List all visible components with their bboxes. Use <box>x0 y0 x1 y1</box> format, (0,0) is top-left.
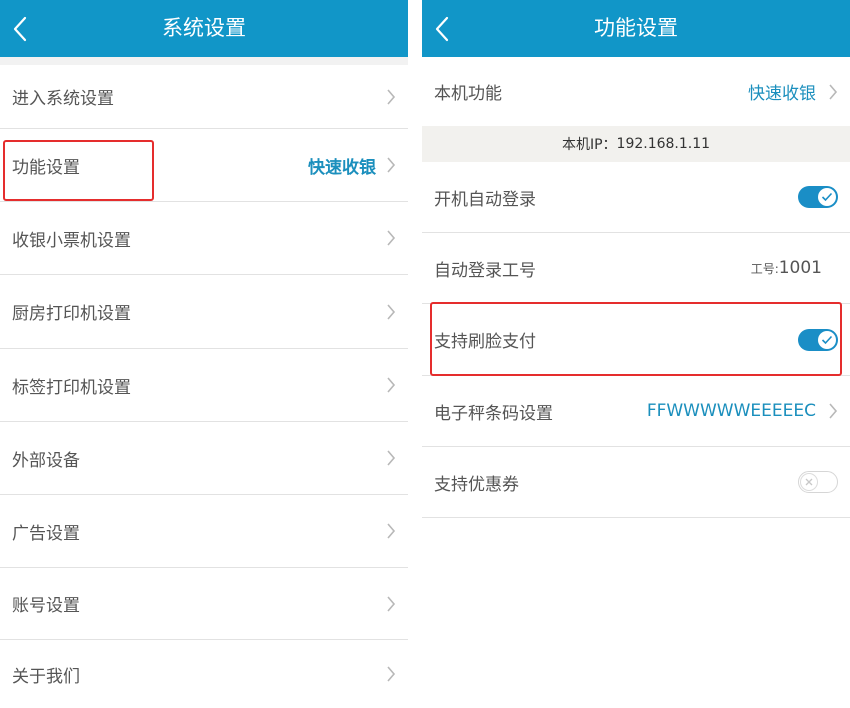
menu-item-receipt-printer[interactable]: 收银小票机设置 <box>0 202 408 274</box>
header-bar: 系统设置 <box>0 0 408 57</box>
local-function-label: 本机功能 <box>434 84 502 104</box>
chevron-right-icon <box>387 88 396 105</box>
menu-item-about-us[interactable]: 关于我们 <box>0 640 408 708</box>
menu-item-label: 厨房打印机设置 <box>12 304 131 324</box>
auto-login-id-value: 工号: 1001 <box>751 233 822 303</box>
chevron-right-icon <box>387 230 396 246</box>
chevron-right-icon <box>829 83 838 100</box>
coupon-label: 支持优惠券 <box>434 474 519 495</box>
chevron-right-icon <box>387 303 396 320</box>
chevron-right-icon <box>387 377 396 393</box>
face-pay-toggle[interactable] <box>798 328 838 351</box>
page-title: 功能设置 <box>594 16 678 40</box>
chevron-right-icon <box>387 157 396 173</box>
menu-item-ad-settings[interactable]: 广告设置 <box>0 495 408 567</box>
toggle-check-icon <box>821 335 833 344</box>
auto-login-row: 开机自动登录 <box>422 162 850 232</box>
coupon-toggle[interactable] <box>798 471 838 493</box>
local-function-row[interactable]: 本机功能 快速收银 <box>422 57 850 126</box>
menu-item-account-settings[interactable]: 账号设置 <box>0 568 408 639</box>
menu-item-label: 广告设置 <box>12 523 80 544</box>
auto-login-id-label: 自动登录工号 <box>434 260 536 281</box>
menu-item-function-settings[interactable]: 功能设置 快速收银 <box>0 129 408 201</box>
toggle-x-icon <box>805 478 813 485</box>
current-mode-value: 快速收银 <box>308 157 376 178</box>
local-function-value: 快速收银 <box>748 84 816 104</box>
page-title: 系统设置 <box>162 16 246 40</box>
menu-item-label: 关于我们 <box>12 666 80 687</box>
chevron-right-icon <box>387 595 396 612</box>
ip-value: 192.168.1.11 <box>616 136 711 152</box>
face-pay-row: 支持刷脸支付 <box>422 304 850 375</box>
menu-item-label: 进入系统设置 <box>12 89 114 109</box>
toggle-knob <box>818 188 836 206</box>
auto-login-id-row[interactable]: 自动登录工号 工号: 1001 <box>422 233 850 303</box>
toggle-knob <box>800 472 818 491</box>
menu-item-label: 收银小票机设置 <box>12 230 131 251</box>
chevron-right-icon <box>387 523 396 539</box>
toggle-knob <box>818 330 836 349</box>
menu-item-kitchen-printer[interactable]: 厨房打印机设置 <box>0 275 408 348</box>
menu-item-label-printer[interactable]: 标签打印机设置 <box>0 349 408 421</box>
employee-id-prefix: 工号: <box>750 261 779 276</box>
chevron-right-icon <box>387 666 396 682</box>
menu-item-label: 账号设置 <box>12 596 80 616</box>
chevron-right-icon <box>387 450 396 466</box>
auto-login-toggle[interactable] <box>798 186 838 208</box>
coupon-row: 支持优惠券 <box>422 447 850 517</box>
ip-address-bar: 本机IP： 192.168.1.11 <box>422 126 850 162</box>
header-spacer <box>0 57 408 65</box>
system-settings-screen: 系统设置 进入系统设置 功能设置 快速收银 收银小票机设置 厨房打印机设置 标签… <box>0 0 408 708</box>
scale-barcode-row[interactable]: 电子秤条码设置 FFWWWWWEEEEEC <box>422 376 850 446</box>
scale-barcode-label: 电子秤条码设置 <box>434 403 553 424</box>
header-bar: 功能设置 <box>422 0 850 57</box>
menu-item-label: 功能设置 <box>12 157 80 178</box>
menu-item-label: 标签打印机设置 <box>12 377 131 398</box>
function-settings-screen: 功能设置 本机功能 快速收银 本机IP： 192.168.1.11 开机自动登录… <box>422 0 850 708</box>
face-pay-label: 支持刷脸支付 <box>434 332 536 352</box>
toggle-check-icon <box>821 192 833 202</box>
employee-id-number: 1001 <box>778 258 822 278</box>
divider <box>422 517 850 518</box>
menu-item-enter-system-settings[interactable]: 进入系统设置 <box>0 65 408 128</box>
auto-login-label: 开机自动登录 <box>434 189 536 210</box>
menu-item-external-devices[interactable]: 外部设备 <box>0 422 408 494</box>
ip-label: 本机IP： <box>561 137 617 153</box>
chevron-right-icon <box>829 403 838 419</box>
menu-item-label: 外部设备 <box>12 450 80 471</box>
scale-barcode-value: FFWWWWWEEEEEC <box>646 401 816 421</box>
